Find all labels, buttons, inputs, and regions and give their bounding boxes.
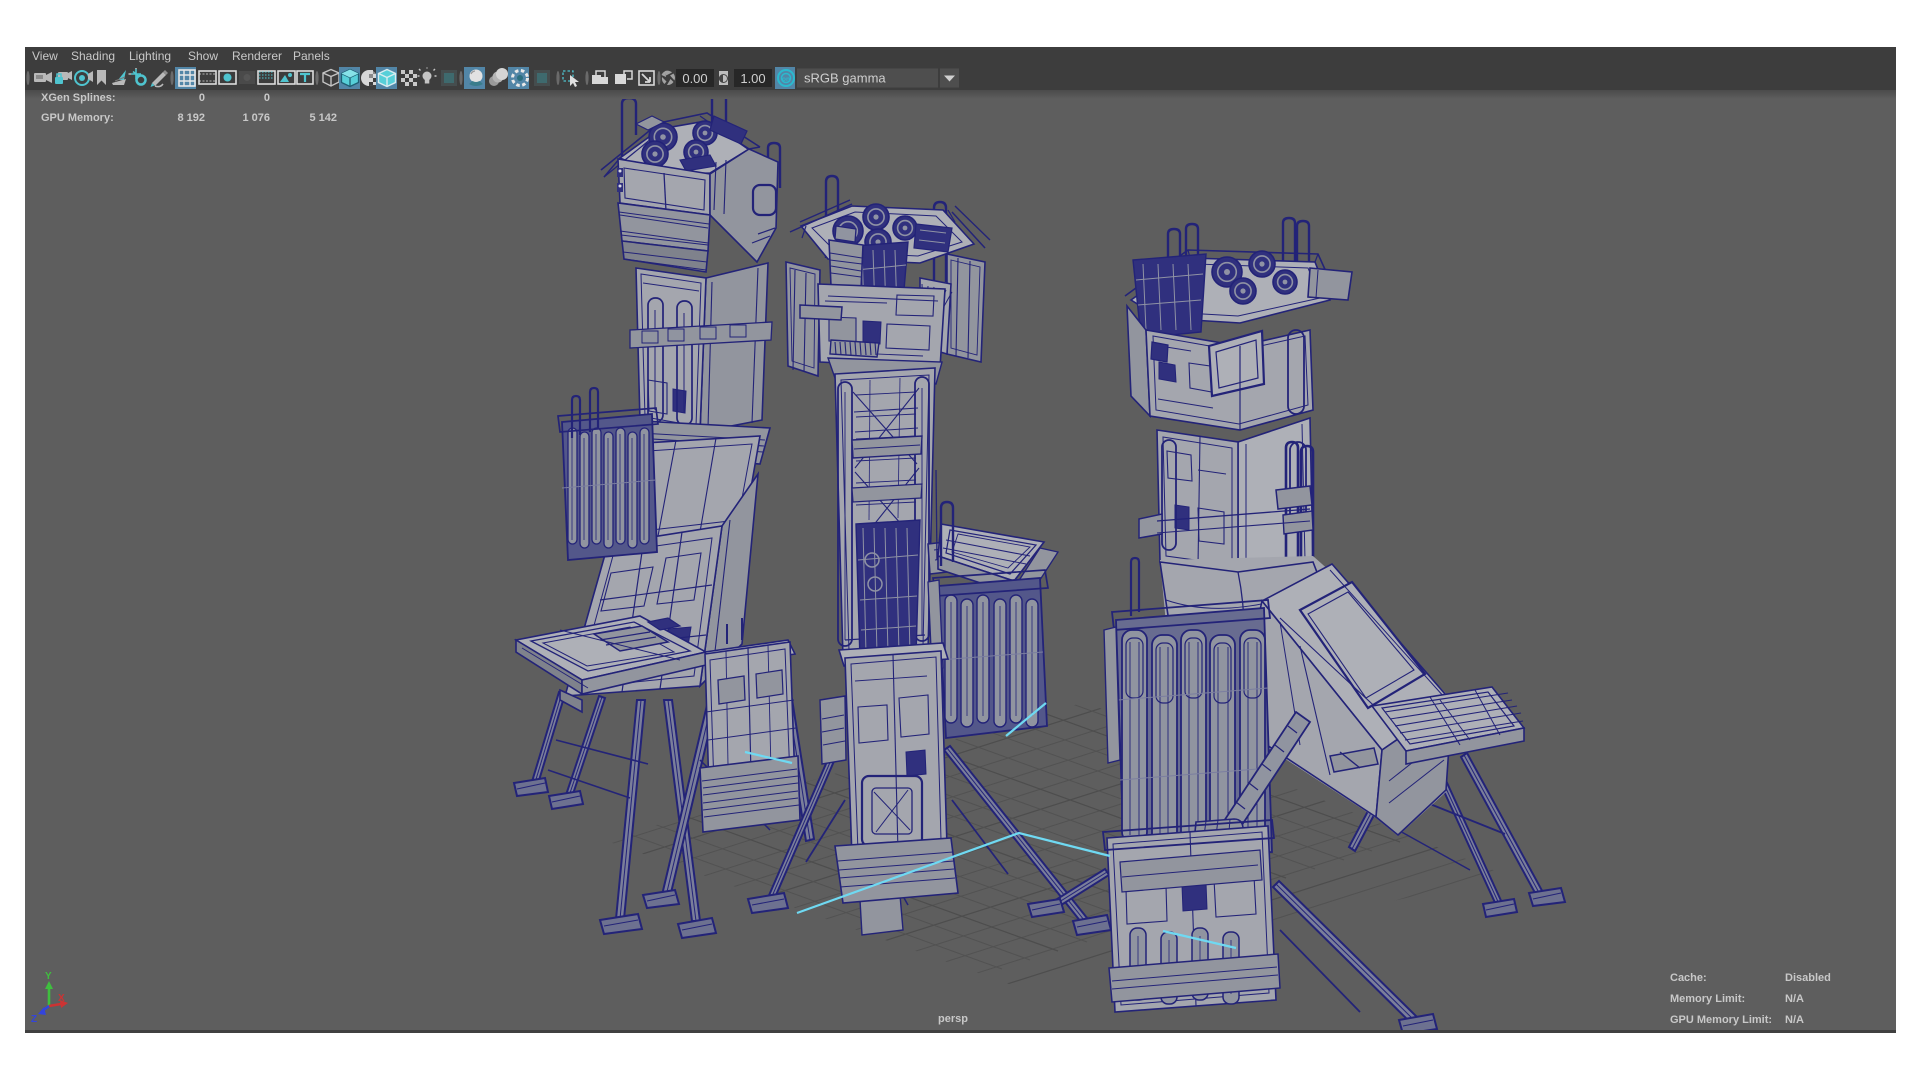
svg-text:1.00: 1.00 bbox=[740, 71, 765, 86]
svg-text:sRGB gamma: sRGB gamma bbox=[804, 71, 886, 86]
svg-text:Y: Y bbox=[45, 971, 52, 982]
svg-text:on: on bbox=[782, 76, 790, 83]
svg-text:X: X bbox=[58, 993, 65, 1004]
svg-text:Z: Z bbox=[31, 1014, 37, 1025]
svg-text:0.00: 0.00 bbox=[682, 71, 707, 86]
